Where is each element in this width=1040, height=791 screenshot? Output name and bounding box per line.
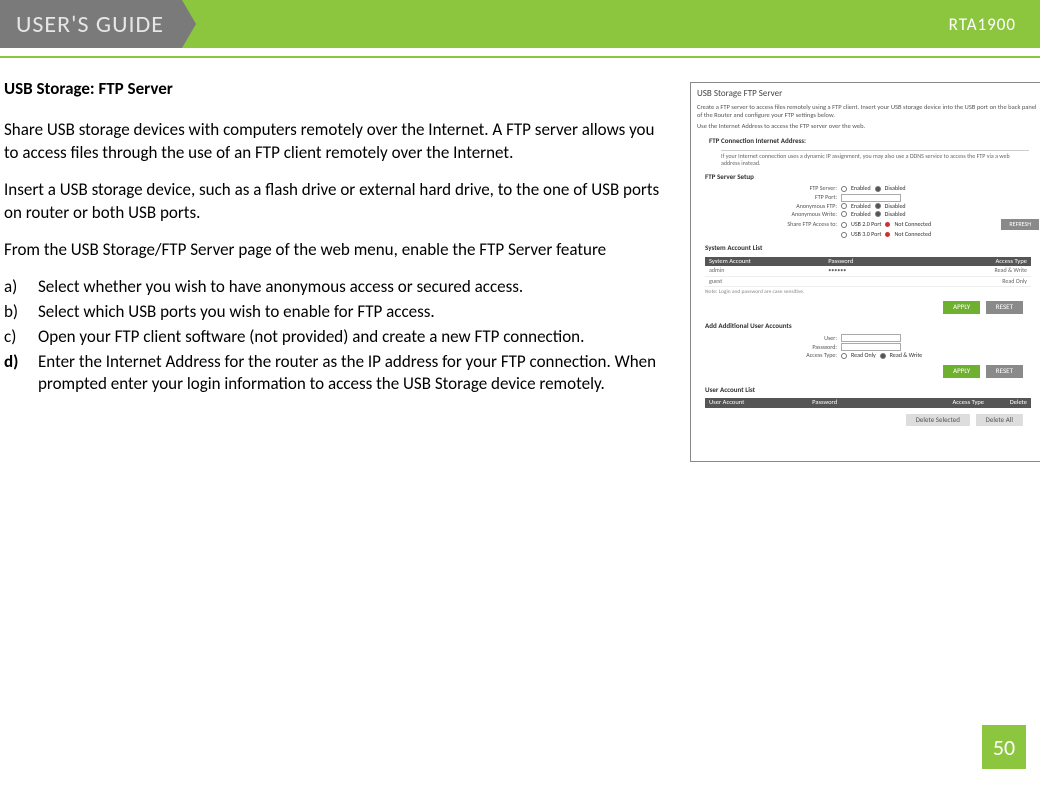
paragraph-1: Share USB storage devices with computers… (4, 119, 672, 165)
step-c-marker: c) (4, 326, 38, 349)
apply-button: APPLY (943, 365, 980, 377)
content-area: USB Storage: FTP Server Share USB storag… (0, 58, 1040, 462)
ss-desc1: Create a FTP server to access files remo… (697, 104, 1039, 120)
radio-icon (841, 353, 847, 359)
ss-row-anonftp: Anonymous FTP: Enabled Disabled (747, 203, 1039, 210)
reset-button: RESET (986, 301, 1023, 313)
ss-sys-header-row: System Account Password Access Type (705, 257, 1031, 267)
ss-sys-row-admin: admin •••••• Read & Write (705, 266, 1031, 276)
ss-conn-note: If your Internet connection uses a dynam… (721, 150, 1029, 167)
ss-row-share2: USB 3.0 Port Not Connected (747, 231, 1039, 238)
header-left-block: USER'S GUIDE (0, 0, 182, 48)
delete-all-button: Delete All (976, 414, 1023, 426)
model-label: RTA1900 (949, 14, 1040, 35)
radio-icon (875, 186, 881, 192)
paragraph-2: Insert a USB storage device, such as a f… (4, 179, 672, 225)
ss-syslist-head: System Account List (705, 244, 1039, 252)
step-d-text: Enter the Internet Address for the route… (38, 351, 672, 397)
reset-button: RESET (986, 365, 1023, 377)
radio-icon (875, 203, 881, 209)
apply-button: APPLY (943, 301, 980, 313)
radio-icon (875, 211, 881, 217)
screenshot-column: USB Storage FTP Server Create a FTP serv… (690, 78, 1040, 462)
router-ui-screenshot: USB Storage FTP Server Create a FTP serv… (690, 82, 1040, 462)
input-fake (841, 334, 901, 342)
ss-userlist-head: User Account List (705, 386, 1039, 394)
input-fake (841, 194, 901, 202)
ss-conn-head: FTP Connection Internet Address: (709, 137, 1039, 145)
header-band: USER'S GUIDE RTA1900 (0, 0, 1040, 48)
ss-apply-row-2: APPLY RESET (711, 363, 1025, 379)
checkbox-icon (841, 222, 847, 228)
step-c: c) Open your FTP client software (not pr… (4, 326, 672, 349)
ss-add-user: User: (747, 334, 1039, 342)
page-number-box: 50 (982, 725, 1026, 769)
ss-delete-row: Delete Selected Delete All (711, 412, 1025, 428)
ss-desc2: Use the Internet Address to access the F… (697, 123, 1039, 131)
ss-row-server: FTP Server: Enabled Disabled (747, 185, 1039, 192)
guide-title: USER'S GUIDE (16, 10, 164, 39)
ss-add-head: Add Additional User Accounts (705, 322, 1039, 330)
radio-icon (841, 203, 847, 209)
delete-selected-button: Delete Selected (906, 414, 970, 426)
radio-icon (880, 353, 886, 359)
ss-row-port: FTP Port: (747, 194, 1039, 202)
checkbox-icon (841, 232, 847, 238)
text-column: USB Storage: FTP Server Share USB storag… (4, 78, 672, 462)
step-d: d) Enter the Internet Address for the ro… (4, 351, 672, 397)
ss-note: Note: Login and password are case sensit… (705, 289, 1031, 296)
ss-row-anonwrite: Anonymous Write: Enabled Disabled (747, 211, 1039, 218)
step-d-marker: d) (4, 351, 38, 397)
input-fake (841, 343, 901, 351)
step-c-text: Open your FTP client software (not provi… (38, 326, 584, 349)
step-a-marker: a) (4, 276, 38, 299)
ss-apply-row-1: APPLY RESET (711, 299, 1025, 315)
refresh-button: REFRESH (1001, 219, 1039, 230)
ss-sys-row-guest: guest Read Only (705, 277, 1031, 287)
paragraph-3: From the USB Storage/FTP Server page of … (4, 239, 672, 262)
ss-user-header-row: User Account Password Access Type Delete (705, 398, 1031, 408)
radio-icon (841, 186, 847, 192)
radio-icon (841, 211, 847, 217)
step-a: a) Select whether you wish to have anony… (4, 276, 672, 299)
page-number: 50 (993, 734, 1015, 761)
step-b-marker: b) (4, 301, 38, 324)
ss-add-pass: Password: (747, 343, 1039, 351)
ss-title: USB Storage FTP Server (697, 89, 1039, 100)
section-title: USB Storage: FTP Server (4, 78, 672, 99)
ss-setup-head: FTP Server Setup (705, 173, 1039, 181)
status-dot-icon (885, 232, 890, 237)
status-dot-icon (885, 222, 890, 227)
ss-add-access: Access Type: Read Only Read & Write (747, 352, 1039, 359)
step-a-text: Select whether you wish to have anonymou… (38, 276, 523, 299)
steps-list: a) Select whether you wish to have anony… (4, 276, 672, 397)
step-b: b) Select which USB ports you wish to en… (4, 301, 672, 324)
step-b-text: Select which USB ports you wish to enabl… (38, 301, 435, 324)
ss-row-share1: Share FTP Access to: USB 2.0 Port Not Co… (747, 219, 1039, 230)
